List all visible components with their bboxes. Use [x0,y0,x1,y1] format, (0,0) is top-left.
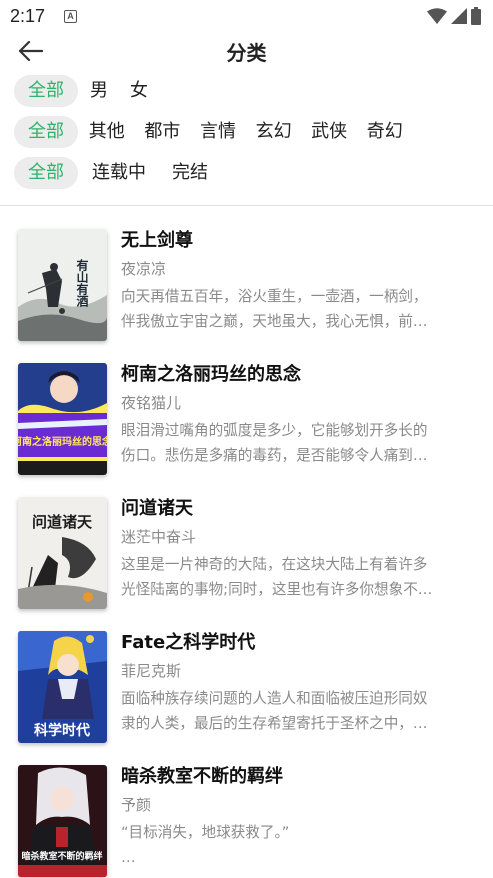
book-list: 有山有酒 无上剑尊 夜凉凉 向天再借五百年，浴火重生，一壶酒，一柄剑， 伴我傲立… [0,206,493,878]
book-cover-text: 柯南之洛丽玛丝的思念 [18,435,107,448]
book-author: 夜铭猫儿 [121,394,182,412]
chip-genre-other[interactable]: 其他 [80,116,134,148]
wifi-icon [427,8,447,24]
list-item[interactable]: 科学时代 Fate之科学时代 菲尼克斯 面临种族存续问题的人造人和面临被压迫形同… [0,608,493,743]
status-time: 2:17 [10,6,46,26]
book-cover: 暗杀教室不断的羁绊 [18,765,107,877]
book-cover-text: 暗杀教室不断的羁绊 [21,850,102,862]
chip-genre-romance[interactable]: 言情 [191,116,245,148]
book-cover: 科学时代 [18,631,107,743]
book-cover: 柯南之洛丽玛丝的思念 [18,363,107,475]
book-description: 眼泪滑过嘴角的弧度是多少，它能够划开多长的 伤口。悲伤是多痛的毒药，是否能够令人… [121,418,466,468]
page-title: 分类 [226,41,267,65]
gender-filter-row: 全部 男 女 [14,75,158,107]
genre-filter-row: 全部 其他 都市 言情 玄幻 武侠 奇幻 [14,116,412,148]
book-description-line: … [121,849,136,866]
book-cover-text: 有山有酒 [75,258,89,308]
chip-gender-female[interactable]: 女 [120,75,158,107]
book-cover-text: 科学时代 [34,722,90,739]
chip-status-completed[interactable]: 完结 [160,157,220,189]
status-filter-row: 全部 连载中 完结 [14,157,220,189]
book-author: 迷茫中奋斗 [121,528,197,546]
book-title: 无上剑尊 [121,230,193,251]
book-title: 柯南之洛丽玛丝的思念 [121,364,301,385]
book-description-line: 向天再借五百年，浴火重生，一壶酒，一柄剑， [121,288,428,305]
battery-icon [471,7,481,25]
chip-genre-urban[interactable]: 都市 [136,116,190,148]
book-description-line: 光怪陆离的事物;同时，这里也有许多你想象不… [121,581,433,598]
chip-gender-male[interactable]: 男 [80,75,118,107]
chip-genre-all[interactable]: 全部 [14,116,78,148]
book-description-line: 面临种族存续问题的人造人和面临被压迫形同奴 [121,690,428,707]
chip-status-ongoing[interactable]: 连载中 [80,157,158,189]
book-author: 予颜 [121,796,152,814]
notification-icon: A [64,10,77,23]
book-title: 暗杀教室不断的羁绊 [121,766,283,787]
book-description-line: 伤口。悲伤是多痛的毒药，是否能够令人痛到… [121,447,428,464]
book-description: 这里是一片神奇的大陆，在这块大陆上有着许多 光怪陆离的事物;同时，这里也有许多你… [121,552,466,602]
book-cover-image: 问道诸天 [18,497,107,609]
book-description-line: 隶的人类，最后的生存希望寄托于圣杯之中，… [121,715,428,732]
book-author: 菲尼克斯 [121,662,182,680]
book-cover-image: 柯南之洛丽玛丝的思念 [18,363,107,475]
book-cover-image: 暗杀教室不断的羁绊 [18,765,107,877]
list-item[interactable]: 暗杀教室不断的羁绊 暗杀教室不断的羁绊 予颜 “目标消失，地球获救了。” … [0,742,493,877]
signal-icon [451,8,467,24]
list-item[interactable]: 问道诸天 问道诸天 迷茫中奋斗 这里是一片神奇的大陆，在这块大陆上有着许多 光怪… [0,474,493,609]
chip-gender-all[interactable]: 全部 [14,75,78,107]
list-item[interactable]: 有山有酒 无上剑尊 夜凉凉 向天再借五百年，浴火重生，一壶酒，一柄剑， 伴我傲立… [0,206,493,341]
list-item[interactable]: 柯南之洛丽玛丝的思念 柯南之洛丽玛丝的思念 夜铭猫儿 眼泪滑过嘴角的弧度是多少，… [0,340,493,475]
book-description-line: “目标消失，地球获救了。” [121,824,290,841]
book-description: 面临种族存续问题的人造人和面临被压迫形同奴 隶的人类，最后的生存希望寄托于圣杯之… [121,686,466,736]
book-cover-image: 有山有酒 [18,229,107,341]
book-cover: 问道诸天 [18,497,107,609]
book-description-line: 伴我傲立宇宙之巅，天地虽大，我心无惧，前… [121,313,428,330]
chip-genre-wuxia[interactable]: 武侠 [302,116,356,148]
book-cover: 有山有酒 [18,229,107,341]
chip-genre-xuanhuan[interactable]: 玄幻 [247,116,301,148]
book-title: 问道诸天 [121,498,193,519]
chip-genre-fantasy[interactable]: 奇幻 [358,116,412,148]
status-icons [427,7,481,25]
book-title: Fate之科学时代 [121,632,256,653]
status-bar: 2:17 A [0,0,493,34]
book-cover-text: 问道诸天 [32,513,93,531]
book-description: “目标消失，地球获救了。” … [121,820,466,870]
book-cover-image: 科学时代 [18,631,107,743]
header: 分类 [0,34,493,68]
chip-status-all[interactable]: 全部 [14,157,78,189]
book-description-line: 眼泪滑过嘴角的弧度是多少，它能够划开多长的 [121,422,428,439]
book-description-line: 这里是一片神奇的大陆，在这块大陆上有着许多 [121,556,428,573]
book-description: 向天再借五百年，浴火重生，一壶酒，一柄剑， 伴我傲立宇宙之巅，天地虽大，我心无惧… [121,284,466,334]
book-author: 夜凉凉 [121,260,167,278]
